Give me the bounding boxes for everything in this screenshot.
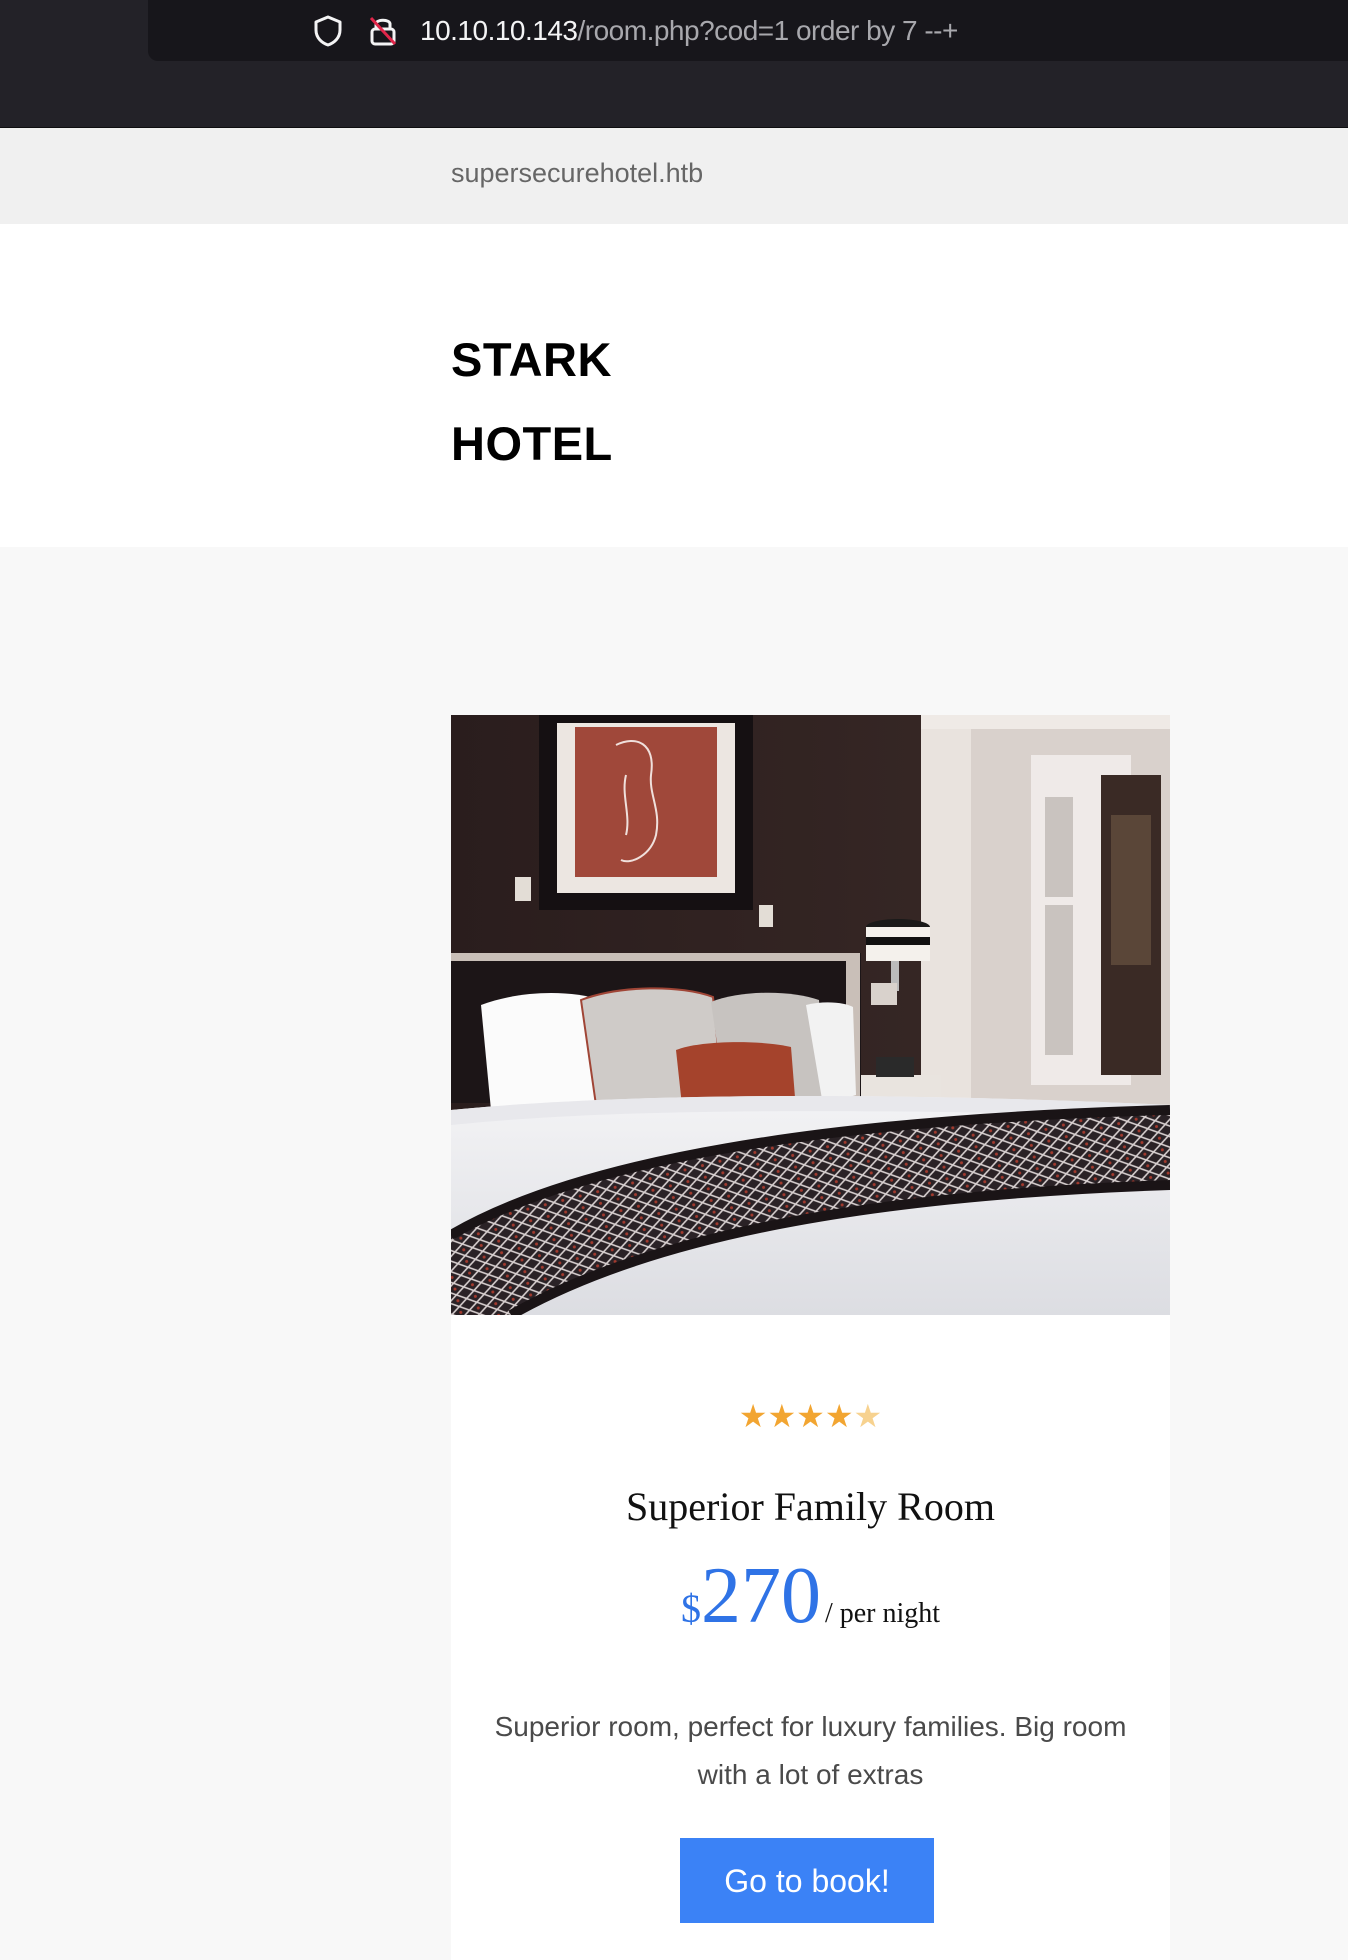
- shield-icon[interactable]: [312, 14, 344, 48]
- site-domain: supersecurehotel.htb: [451, 158, 704, 188]
- star-icon: ★: [767, 1398, 797, 1434]
- book-button[interactable]: Go to book!: [680, 1838, 934, 1923]
- star-rating: ★★★★★: [451, 1398, 1170, 1434]
- insecure-lock-icon[interactable]: [368, 15, 398, 47]
- url-host: 10.10.10.143: [420, 15, 578, 46]
- address-bar[interactable]: 10.10.10.143/room.php?cod=1 order by 7 -…: [148, 0, 1348, 61]
- brand-line-1: STARK: [451, 333, 612, 386]
- price-unit: / per night: [824, 1598, 941, 1629]
- room-card: ★★★★★ Superior Family Room $270/ per nig…: [451, 1315, 1170, 1960]
- price: $270/ per night: [451, 1548, 1170, 1644]
- room-title: Superior Family Room: [626, 1484, 995, 1529]
- brand-line-2: HOTEL: [451, 417, 613, 470]
- url-text[interactable]: 10.10.10.143/room.php?cod=1 order by 7 -…: [420, 12, 958, 50]
- site-header: STARK HOTEL: [0, 224, 1348, 547]
- hotel-bedroom-photo: [451, 715, 1170, 1315]
- browser-toolbar: 10.10.10.143/room.php?cod=1 order by 7 -…: [0, 0, 1348, 128]
- star-icon: ★: [738, 1398, 768, 1434]
- star-icon: ★: [796, 1398, 825, 1434]
- price-currency: $: [680, 1586, 701, 1631]
- star-icon: ★: [824, 1398, 854, 1434]
- price-amount: 270: [700, 1552, 821, 1640]
- brand-logo[interactable]: STARK HOTEL: [451, 318, 613, 486]
- star-half-icon: ★: [853, 1398, 883, 1434]
- room-image: [451, 715, 1170, 1315]
- site-top-bar: supersecurehotel.htb: [0, 128, 1348, 224]
- room-description: Superior room, perfect for luxury famili…: [494, 1711, 1127, 1790]
- url-path: /room.php?cod=1 order by 7 --+: [577, 15, 959, 46]
